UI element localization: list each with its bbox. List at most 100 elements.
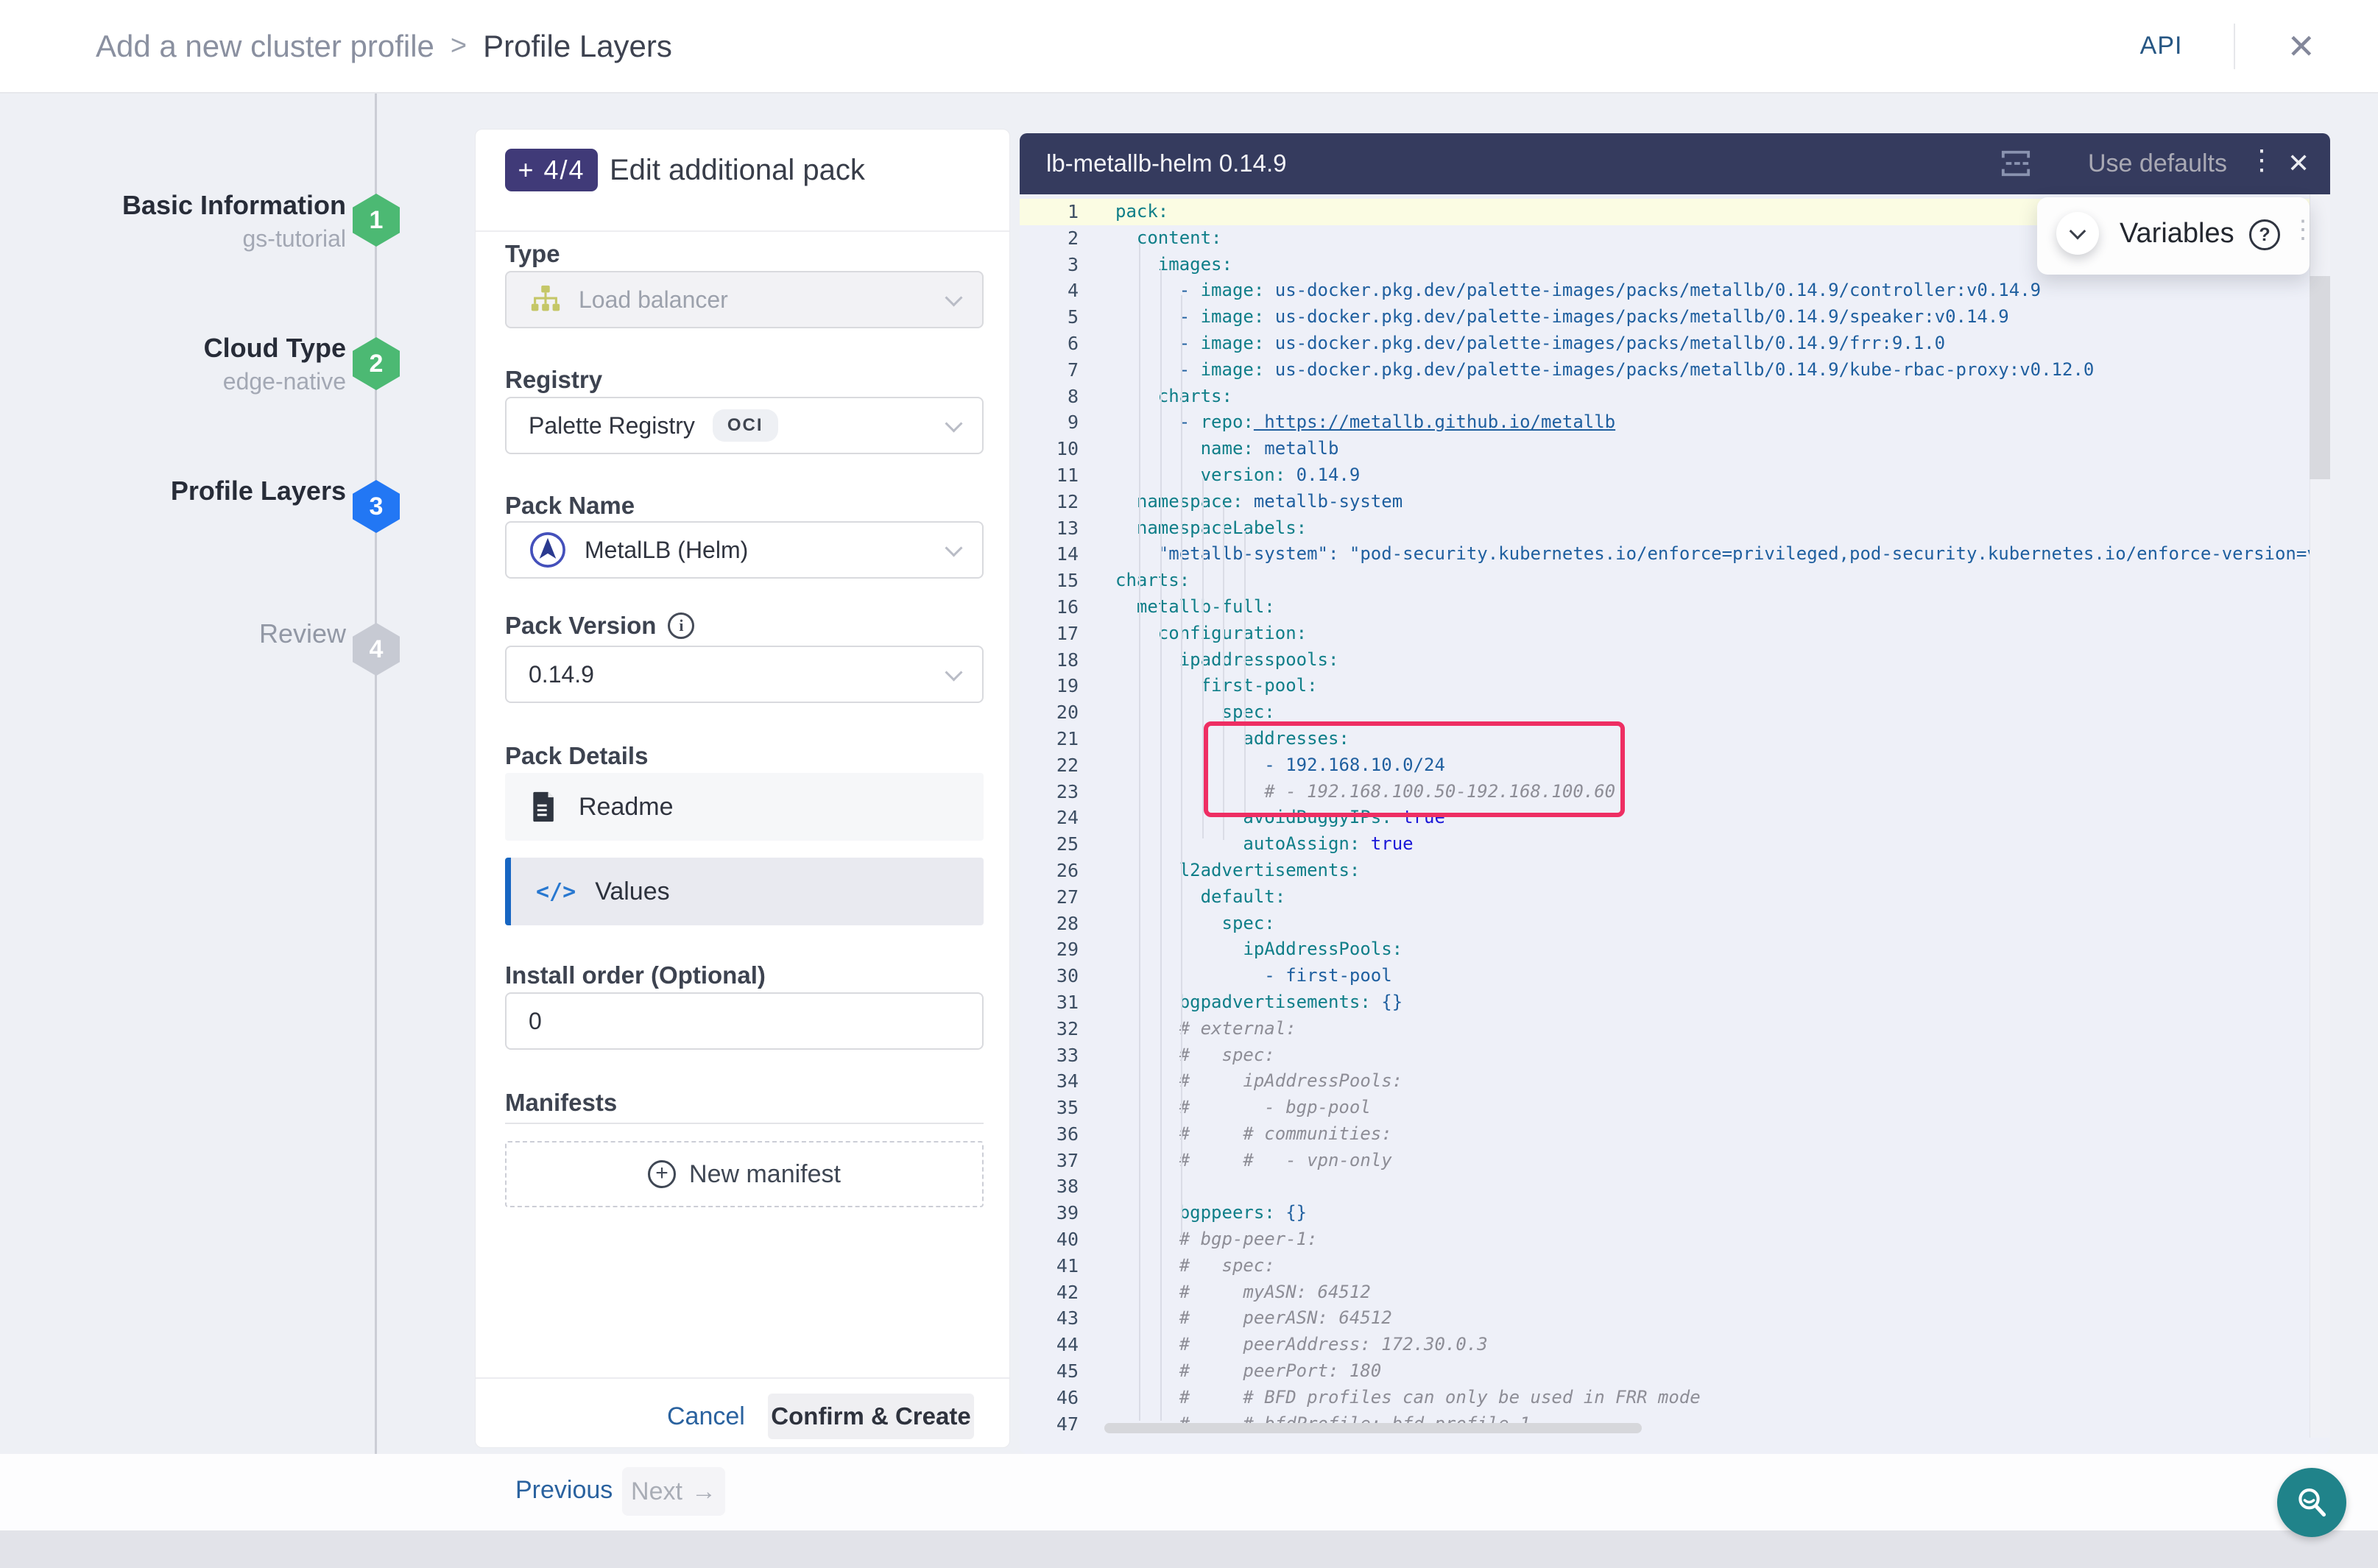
code-text: ipaddresspools: bbox=[1115, 647, 1338, 674]
editor-panel: lb-metallb-helm 0.14.9 Use defaults ⋮ ✕ … bbox=[1020, 133, 2330, 1454]
line-number: 13 bbox=[1020, 515, 1079, 542]
code-line: 42 # myASN: 64512 bbox=[1020, 1279, 2310, 1306]
line-number: 4 bbox=[1020, 278, 1079, 304]
search-fab[interactable] bbox=[2277, 1468, 2346, 1537]
code-text: content: bbox=[1115, 225, 1222, 252]
indent-guide bbox=[1139, 243, 1140, 1421]
step-number-badge: 4 bbox=[353, 623, 400, 676]
code-line: 25 autoAssign: true bbox=[1020, 831, 2310, 858]
step-sublabel: gs-tutorial bbox=[44, 225, 346, 252]
code-icon: </> bbox=[536, 879, 576, 905]
readme-tab[interactable]: Readme bbox=[505, 773, 984, 841]
code-line: 38 bbox=[1020, 1173, 2310, 1200]
code-text: name: metallb bbox=[1115, 436, 1338, 462]
code-line: 31 bgpadvertisements: {} bbox=[1020, 989, 2310, 1016]
install-order-input[interactable]: 0 bbox=[505, 992, 984, 1050]
line-number: 21 bbox=[1020, 726, 1079, 752]
pack-name-select[interactable]: MetalLB (Helm) bbox=[505, 521, 984, 579]
line-number: 1 bbox=[1020, 199, 1079, 225]
code-text: # ipAddressPools: bbox=[1115, 1068, 1403, 1095]
registry-label: Registry bbox=[505, 366, 602, 394]
code-text: namespaceLabels: bbox=[1115, 515, 1307, 542]
next-button[interactable]: Next → bbox=[622, 1467, 725, 1516]
topbar-divider bbox=[2234, 24, 2235, 69]
help-icon[interactable]: ? bbox=[2249, 219, 2280, 250]
code-text: # peerASN: 64512 bbox=[1115, 1305, 1392, 1332]
line-number: 34 bbox=[1020, 1068, 1079, 1095]
editor-header: lb-metallb-helm 0.14.9 Use defaults ⋮ ✕ bbox=[1020, 133, 2330, 194]
next-label: Next bbox=[631, 1477, 682, 1506]
code-line: 45 # peerPort: 180 bbox=[1020, 1358, 2310, 1385]
code-line: 32 # external: bbox=[1020, 1016, 2310, 1042]
collapse-chevron-button[interactable] bbox=[2056, 212, 2099, 255]
step-label: Review bbox=[44, 618, 346, 649]
edit-pack-panel: + 4/4 Edit additional pack Type Load bal… bbox=[475, 129, 1010, 1448]
line-number: 46 bbox=[1020, 1385, 1079, 1411]
registry-select[interactable]: Palette Registry OCI bbox=[505, 397, 984, 454]
breadcrumb-current: Profile Layers bbox=[483, 29, 672, 64]
info-icon[interactable]: i bbox=[668, 612, 694, 639]
line-number: 22 bbox=[1020, 752, 1079, 779]
plus-icon: + bbox=[648, 1160, 676, 1188]
more-options-icon[interactable]: ⋮ bbox=[2248, 144, 2276, 177]
topbar: Add a new cluster profile > Profile Laye… bbox=[0, 0, 2378, 93]
step-label: Profile Layers bbox=[44, 476, 346, 506]
close-icon[interactable]: ✕ bbox=[2287, 29, 2315, 63]
values-tab[interactable]: </> Values bbox=[505, 858, 984, 925]
code-text: bgpadvertisements: {} bbox=[1115, 989, 1403, 1016]
code-line: 29 ipAddressPools: bbox=[1020, 936, 2310, 963]
pack-name-label: Pack Name bbox=[505, 492, 635, 520]
confirm-create-button[interactable]: Confirm & Create bbox=[768, 1394, 974, 1439]
line-number: 15 bbox=[1020, 568, 1079, 594]
breadcrumb-parent-link[interactable]: Add a new cluster profile bbox=[96, 29, 434, 64]
line-number: 16 bbox=[1020, 594, 1079, 621]
pack-version-select[interactable]: 0.14.9 bbox=[505, 646, 984, 703]
add-cluster-profile-wizard: Add a new cluster profile > Profile Laye… bbox=[0, 0, 2378, 1568]
line-number: 20 bbox=[1020, 699, 1079, 726]
cancel-button[interactable]: Cancel bbox=[645, 1394, 767, 1439]
code-text: configuration: bbox=[1115, 621, 1307, 647]
code-line: 12 namespace: metallb-system bbox=[1020, 489, 2310, 515]
editor-close-icon[interactable]: ✕ bbox=[2287, 148, 2310, 179]
code-line: 40 # bgp-peer-1: bbox=[1020, 1226, 2310, 1253]
code-line: 39 bgppeers: {} bbox=[1020, 1200, 2310, 1226]
merge-defaults-icon[interactable] bbox=[1999, 148, 2033, 179]
code-text bbox=[1115, 1173, 1126, 1200]
code-line: 30 - first-pool bbox=[1020, 963, 2310, 989]
line-number: 25 bbox=[1020, 831, 1079, 858]
code-text: images: bbox=[1115, 252, 1232, 278]
code-line: 27 default: bbox=[1020, 884, 2310, 911]
api-link[interactable]: API bbox=[2140, 32, 2183, 60]
code-text: - image: us-docker.pkg.dev/palette-image… bbox=[1115, 278, 2041, 304]
code-text: first-pool: bbox=[1115, 673, 1318, 699]
line-number: 43 bbox=[1020, 1305, 1079, 1332]
code-text: # external: bbox=[1115, 1016, 1296, 1042]
code-line: 37 # # - vpn-only bbox=[1020, 1148, 2310, 1174]
install-order-value: 0 bbox=[529, 1008, 542, 1035]
line-number: 18 bbox=[1020, 647, 1079, 674]
line-number: 6 bbox=[1020, 331, 1079, 357]
variables-label: Variables bbox=[2120, 218, 2234, 250]
chevron-down-icon bbox=[945, 289, 962, 306]
use-defaults-button[interactable]: Use defaults bbox=[2088, 149, 2227, 178]
code-text: - image: us-docker.pkg.dev/palette-image… bbox=[1115, 304, 2009, 331]
pack-version-value: 0.14.9 bbox=[529, 661, 594, 688]
variables-menu-icon[interactable]: ⋮ bbox=[2290, 215, 2315, 244]
code-line: 43 # peerASN: 64512 bbox=[1020, 1305, 2310, 1332]
line-number: 17 bbox=[1020, 621, 1079, 647]
new-manifest-button[interactable]: + New manifest bbox=[505, 1141, 984, 1207]
code-line: 8 charts: bbox=[1020, 384, 2310, 410]
variables-panel: Variables ? ⋮ bbox=[2037, 197, 2310, 275]
type-select[interactable]: Load balancer bbox=[505, 271, 984, 328]
line-number: 27 bbox=[1020, 884, 1079, 911]
previous-button[interactable]: Previous bbox=[515, 1476, 613, 1505]
values-label: Values bbox=[595, 877, 669, 906]
chevron-down-icon bbox=[945, 539, 962, 557]
vertical-scrollbar-thumb[interactable] bbox=[2310, 276, 2330, 479]
pagination-bar: Previous Next → bbox=[0, 1454, 2378, 1530]
pack-details-label: Pack Details bbox=[505, 742, 648, 770]
code-line: 9 - repo: https://metallb.github.io/meta… bbox=[1020, 409, 2310, 436]
line-number: 31 bbox=[1020, 989, 1079, 1016]
line-number: 37 bbox=[1020, 1148, 1079, 1174]
horizontal-scrollbar-thumb[interactable] bbox=[1104, 1423, 1642, 1433]
